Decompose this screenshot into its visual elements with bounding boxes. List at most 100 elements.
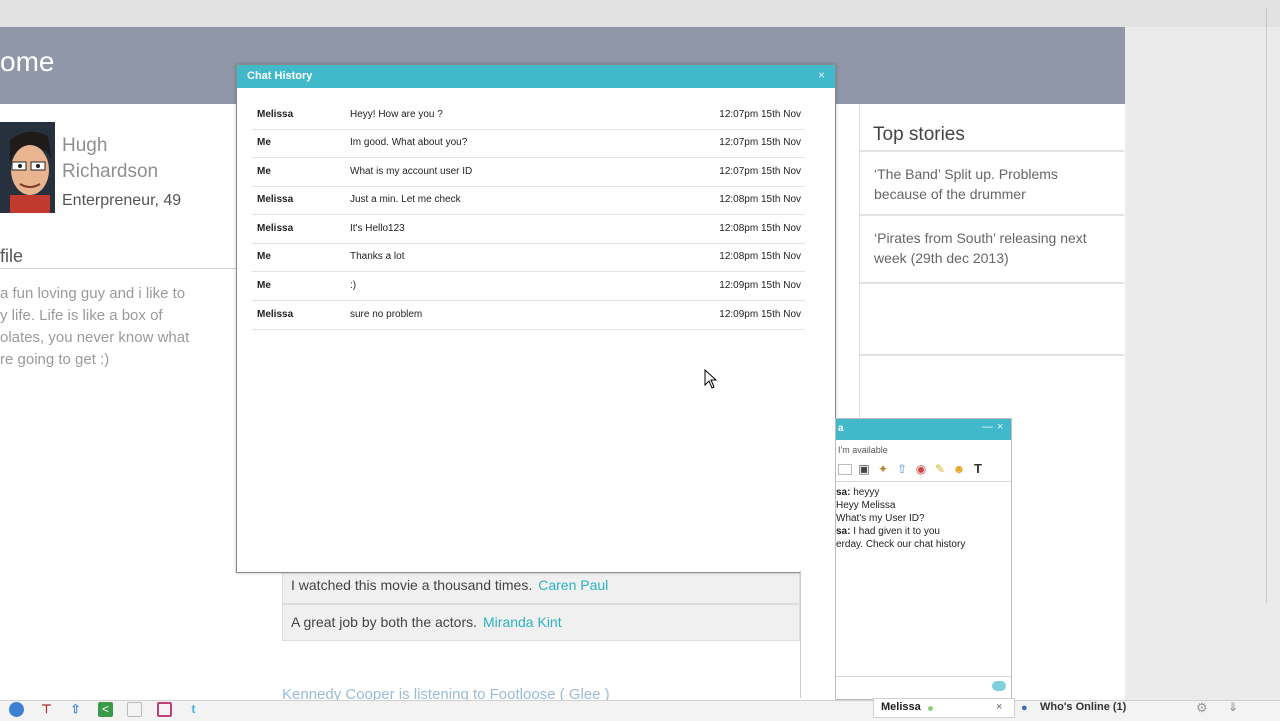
history-row: Me Im good. What about you? 12:07pm 15th N… bbox=[252, 129, 805, 158]
history-time: 12:09pm 15th Nov bbox=[719, 309, 801, 320]
activity-feed-item[interactable]: Kennedy Cooper is listening to Footloose… bbox=[282, 686, 610, 700]
history-sender: Melissa bbox=[257, 223, 294, 234]
comment-text: A great job by both the actors. bbox=[291, 614, 478, 630]
chat-line: What's my User ID? bbox=[836, 513, 925, 524]
history-sender: Melissa bbox=[257, 109, 294, 120]
emoticon-icon[interactable]: ☻ bbox=[952, 462, 966, 476]
chat-window: a — × I'm available ▣ ✦ ⇧ ◉ ✎ ☻ T sa: he… bbox=[835, 418, 1012, 700]
profile-first-name: Hugh bbox=[62, 135, 108, 156]
history-sender: Melissa bbox=[257, 194, 294, 205]
history-sender: Me bbox=[257, 251, 271, 262]
close-icon[interactable]: × bbox=[996, 701, 1002, 713]
history-message: Im good. What about you? bbox=[350, 137, 468, 148]
history-message: It's Hello123 bbox=[350, 223, 405, 234]
history-message: Just a min. Let me check bbox=[350, 194, 461, 205]
chat-line-sender: sa: bbox=[836, 526, 851, 537]
history-sender: Me bbox=[257, 166, 271, 177]
top-stories-heading: Top stories bbox=[873, 124, 965, 145]
avatar-illustration bbox=[0, 122, 55, 213]
history-sender: Me bbox=[257, 280, 271, 291]
history-message: Heyy! How are you ? bbox=[350, 109, 443, 120]
chat-line: sa: I had given it to you bbox=[836, 526, 940, 537]
history-message: Thanks a lot bbox=[350, 251, 405, 262]
divider bbox=[836, 481, 1011, 482]
history-message: What is my account user ID bbox=[350, 166, 473, 177]
history-time: 12:08pm 15th Nov bbox=[719, 223, 801, 234]
speech-bubble-icon[interactable] bbox=[992, 681, 1006, 691]
history-row: Me What is my account user ID 12:07pm 15th… bbox=[252, 158, 805, 187]
chat-line-text: What's my User ID? bbox=[836, 513, 925, 524]
square-icon[interactable] bbox=[157, 702, 172, 717]
history-sender: Me bbox=[257, 137, 271, 148]
twitter-icon[interactable]: t bbox=[186, 702, 201, 717]
profile-role: Enterpreneur, 49 bbox=[62, 192, 182, 209]
story-item-empty bbox=[860, 282, 1124, 354]
chat-line-text: erday. Check our chat history bbox=[836, 539, 966, 550]
minimize-icon[interactable]: — bbox=[982, 421, 993, 433]
chat-status[interactable]: I'm available bbox=[838, 445, 888, 455]
story-title: ‘The Band’ Split up. Problems because of… bbox=[874, 166, 1058, 202]
comment-author-link[interactable]: Miranda Kint bbox=[483, 614, 562, 630]
history-time: 12:07pm 15th Nov bbox=[719, 166, 801, 177]
broom-icon[interactable]: ✦ bbox=[876, 462, 890, 476]
history-sender: Melissa bbox=[257, 309, 294, 320]
card-icon[interactable] bbox=[127, 702, 142, 717]
history-message: :) bbox=[350, 280, 357, 291]
chat-history-title: Chat History bbox=[247, 70, 313, 82]
chat-line: erday. Check our chat history bbox=[836, 539, 965, 550]
comment-text: I watched this movie a thousand times. bbox=[291, 577, 533, 593]
history-row: Melissa Heyy! How are you ? 12:07pm 15th N… bbox=[252, 101, 805, 130]
history-row: Melissa It's Hello123 12:08pm 15th Nov bbox=[252, 215, 805, 244]
chat-toolbar: ▣ ✦ ⇧ ◉ ✎ ☻ T bbox=[836, 461, 1011, 479]
text-format-icon[interactable]: T bbox=[971, 462, 985, 476]
history-time: 12:08pm 15th Nov bbox=[719, 251, 801, 262]
chat-window-panel bbox=[800, 571, 836, 698]
right-gutter bbox=[1125, 27, 1280, 700]
record-icon[interactable]: ◉ bbox=[914, 462, 928, 476]
save-icon[interactable]: ▣ bbox=[857, 462, 871, 476]
history-row: Melissa Just a min. Let me check 12:08pm 1… bbox=[252, 186, 805, 215]
chat-line: Heyy Melissa bbox=[836, 500, 895, 511]
collapse-icon[interactable]: ⇓ bbox=[1228, 700, 1238, 714]
profile-section-heading: file bbox=[0, 246, 24, 266]
story-item[interactable]: ‘The Band’ Split up. Problems because of… bbox=[860, 150, 1124, 214]
chat-history-titlebar: Chat History × bbox=[237, 65, 835, 88]
arrow-up-icon[interactable]: ⇧ bbox=[68, 702, 83, 717]
history-time: 12:07pm 15th Nov bbox=[719, 109, 801, 120]
browser-top-strip bbox=[0, 0, 1280, 27]
history-time: 12:08pm 15th Nov bbox=[719, 194, 801, 205]
story-item[interactable]: ‘Pirates from South’ releasing next week… bbox=[860, 214, 1124, 282]
scrollbar[interactable] bbox=[1266, 8, 1275, 603]
profile-last-name: Richardson bbox=[62, 161, 159, 182]
chat-line-text: I had given it to you bbox=[850, 526, 940, 537]
chat-line-text: Heyy Melissa bbox=[836, 500, 896, 511]
stamp-icon[interactable]: ⊤ bbox=[39, 702, 54, 717]
comment-author-link[interactable]: Caren Paul bbox=[538, 577, 608, 593]
history-time: 12:09pm 15th Nov bbox=[719, 280, 801, 291]
story-title: ‘Pirates from South’ releasing next week… bbox=[874, 230, 1087, 266]
users-icon[interactable]: ● bbox=[1021, 702, 1028, 714]
chat-line-text: heyyy bbox=[850, 487, 880, 498]
gear-icon[interactable]: ⚙ bbox=[1196, 700, 1208, 716]
upload-icon[interactable]: ⇧ bbox=[895, 462, 909, 476]
history-row: Me Thanks a lot 12:08pm 15th Nov bbox=[252, 243, 805, 272]
chat-message-input[interactable] bbox=[836, 676, 1011, 699]
chat-tab-name: Melissa bbox=[881, 701, 921, 713]
chat-window-titlebar[interactable]: a — × bbox=[836, 419, 1011, 440]
share-icon[interactable]: < bbox=[98, 702, 113, 717]
chat-history-dialog: Chat History × Melissa Heyy! How are you … bbox=[236, 64, 836, 573]
close-icon[interactable]: × bbox=[997, 421, 1003, 433]
window-icon[interactable] bbox=[838, 464, 852, 475]
globe-icon[interactable] bbox=[9, 702, 24, 717]
profile-bio: a fun loving guy and i like to y life. L… bbox=[0, 285, 190, 368]
history-row: Melissa sure no problem 12:09pm 15th Nov bbox=[252, 301, 805, 330]
history-message: sure no problem bbox=[350, 309, 423, 320]
close-icon[interactable]: × bbox=[818, 68, 825, 82]
whos-online-button[interactable]: Who's Online (1) bbox=[1040, 701, 1126, 713]
pencil-icon[interactable]: ✎ bbox=[933, 462, 947, 476]
chat-line: sa: heyyy bbox=[836, 487, 879, 498]
comment-item: A great job by both the actors. Miranda K… bbox=[282, 604, 800, 641]
history-row: Me:) 12:09pm 15th Nov bbox=[252, 272, 805, 301]
avatar bbox=[0, 122, 55, 213]
story-item-empty bbox=[860, 354, 1124, 418]
